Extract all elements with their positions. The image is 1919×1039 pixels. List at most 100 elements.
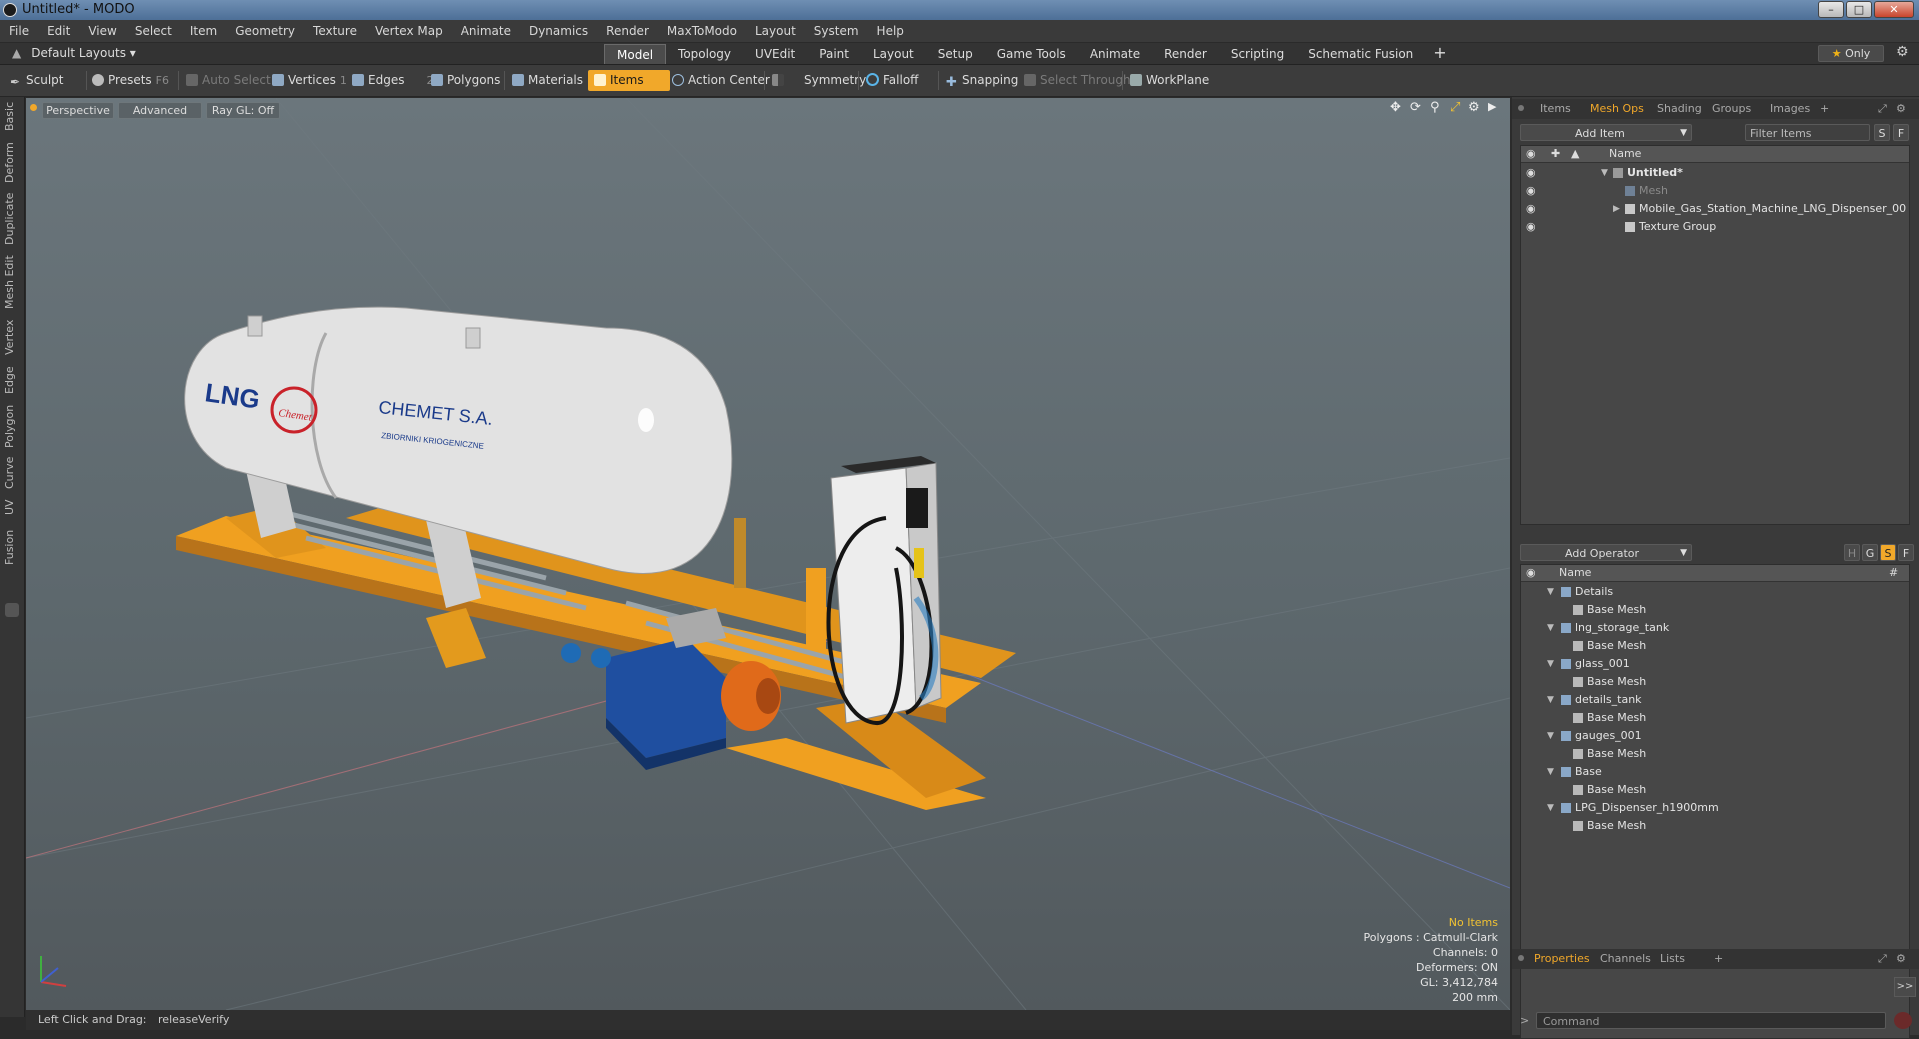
viewport-gear-icon[interactable]: ⚙ — [1468, 100, 1480, 115]
menu-system[interactable]: System — [805, 20, 868, 42]
add-tab-plus-icon[interactable]: + — [1425, 44, 1454, 64]
3d-viewport[interactable]: LNG Chemet CHEMET S.A. ZBIORNIKI KRIOGEN… — [26, 98, 1510, 1010]
auto-select-button[interactable]: Auto Select — [186, 70, 271, 91]
vertices-button[interactable]: Vertices 1 — [272, 70, 347, 91]
tab-paint[interactable]: Paint — [807, 44, 861, 64]
panel-expand-icon[interactable]: ⤢ — [1878, 101, 1887, 117]
gear-icon[interactable]: ⚙ — [1896, 44, 1909, 60]
vtab-polygon[interactable]: Polygon — [3, 403, 20, 449]
edges-button[interactable]: Edges 2 — [352, 70, 433, 91]
tab-groups[interactable]: Groups — [1712, 101, 1751, 117]
layout-selector[interactable]: ▲ Default Layouts ▾ — [12, 43, 136, 64]
falloff-button[interactable]: Falloff — [866, 70, 918, 91]
tab-topology[interactable]: Topology — [666, 44, 743, 64]
tab-animate[interactable]: Animate — [1078, 44, 1152, 64]
menu-vertex-map[interactable]: Vertex Map — [366, 20, 452, 42]
add-properties-tab-plus-icon[interactable]: + — [1714, 951, 1723, 967]
collapse-triangle-icon[interactable]: ▼ — [1547, 691, 1554, 709]
menu-layout[interactable]: Layout — [746, 20, 805, 42]
action-center-button[interactable]: Action Center — [672, 70, 770, 91]
base-mesh-item[interactable]: Base Mesh — [1521, 601, 1909, 619]
materials-button[interactable]: Materials — [512, 70, 583, 91]
tab-mesh-ops[interactable]: Mesh Ops — [1590, 101, 1644, 117]
fit-view-icon[interactable]: ⤢ — [1450, 100, 1460, 115]
tab-items[interactable]: Items — [1540, 101, 1571, 117]
properties-gear-icon[interactable]: ⚙ — [1896, 951, 1906, 967]
viewport-expand-icon[interactable]: ▶ — [1488, 100, 1496, 113]
symmetry-button[interactable]: Symmetry — [772, 70, 866, 91]
vtab-vertex[interactable]: Vertex — [3, 317, 20, 357]
eye-icon[interactable]: ◉ — [1526, 185, 1536, 196]
tab-properties[interactable]: Properties — [1534, 951, 1590, 967]
collapse-triangle-icon[interactable]: ▼ — [1547, 799, 1554, 817]
vtab-deform[interactable]: Deform — [3, 142, 20, 183]
filter-f-button[interactable]: F — [1893, 124, 1909, 141]
close-button[interactable]: ✕ — [1874, 1, 1914, 18]
mesh-op-item[interactable]: ▼ details_tank — [1521, 691, 1909, 709]
add-operator-button[interactable]: Add Operator ▼ — [1520, 544, 1692, 561]
mesh-op-item[interactable]: ▼ glass_001 — [1521, 655, 1909, 673]
properties-expand-icon[interactable]: ⤢ — [1878, 951, 1887, 967]
expand-arrows-icon[interactable]: >> — [1894, 977, 1916, 997]
panel-gear-icon[interactable]: ⚙ — [1896, 101, 1906, 117]
menu-geometry[interactable]: Geometry — [226, 20, 304, 42]
filter-s-button[interactable]: S — [1874, 124, 1890, 141]
base-mesh-item[interactable]: Base Mesh — [1521, 781, 1909, 799]
zoom-icon[interactable]: ⚲ — [1430, 100, 1440, 115]
polygons-button[interactable]: Polygons — [431, 70, 500, 91]
tab-uvedit[interactable]: UVEdit — [743, 44, 807, 64]
eye-icon[interactable]: ◉ — [1526, 221, 1536, 232]
strip-toggle-icon[interactable] — [5, 603, 19, 617]
menu-select[interactable]: Select — [126, 20, 181, 42]
command-input[interactable]: Command — [1536, 1012, 1886, 1029]
collapse-triangle-icon[interactable]: ▼ — [1547, 583, 1554, 601]
maximize-button[interactable]: □ — [1846, 1, 1872, 18]
menu-maxtomodo[interactable]: MaxToModo — [658, 20, 746, 42]
advanced-shading-button[interactable]: Advanced — [118, 102, 202, 119]
eye-icon[interactable]: ◉ — [1526, 203, 1536, 214]
tab-layout[interactable]: Layout — [861, 44, 926, 64]
sculpt-button[interactable]: ✒ Sculpt — [10, 70, 63, 91]
vtab-duplicate[interactable]: Duplicate — [3, 193, 20, 245]
base-mesh-item[interactable]: Base Mesh — [1521, 709, 1909, 727]
mesh-op-item[interactable]: ▼ gauges_001 — [1521, 727, 1909, 745]
raygl-button[interactable]: Ray GL: Off — [206, 102, 280, 119]
tab-game-tools[interactable]: Game Tools — [985, 44, 1078, 64]
viewport-menu-icon[interactable] — [30, 104, 37, 111]
tab-schematic-fusion[interactable]: Schematic Fusion — [1296, 44, 1425, 64]
tab-model[interactable]: Model — [604, 44, 667, 64]
tab-channels[interactable]: Channels — [1600, 951, 1651, 967]
menu-animate[interactable]: Animate — [452, 20, 520, 42]
menu-render[interactable]: Render — [597, 20, 658, 42]
menu-file[interactable]: File — [0, 20, 38, 42]
menu-edit[interactable]: Edit — [38, 20, 79, 42]
meshops-f-button[interactable]: F — [1898, 544, 1914, 561]
menu-dynamics[interactable]: Dynamics — [520, 20, 597, 42]
mesh-op-item[interactable]: ▼ Details — [1521, 583, 1909, 601]
collapse-triangle-icon[interactable]: ▼ — [1601, 164, 1608, 182]
panel-menu-icon[interactable] — [1518, 105, 1524, 111]
menu-help[interactable]: Help — [868, 20, 913, 42]
add-item-button[interactable]: Add Item ▼ — [1520, 124, 1692, 141]
vtab-uv[interactable]: UV — [3, 497, 20, 517]
presets-button[interactable]: Presets F6 — [92, 70, 169, 91]
add-panel-tab-plus-icon[interactable]: + — [1820, 101, 1829, 117]
mesh-op-item[interactable]: ▼ Base — [1521, 763, 1909, 781]
tab-setup[interactable]: Setup — [926, 44, 985, 64]
vtab-curve[interactable]: Curve — [3, 455, 20, 491]
vtab-mesh-edit[interactable]: Mesh Edit — [3, 255, 20, 309]
tab-scripting[interactable]: Scripting — [1219, 44, 1296, 64]
meshops-h-button[interactable]: H — [1844, 544, 1860, 561]
vtab-fusion[interactable]: Fusion — [3, 527, 20, 567]
meshops-s-button[interactable]: S — [1880, 544, 1896, 561]
base-mesh-item[interactable]: Base Mesh — [1521, 673, 1909, 691]
collapse-triangle-icon[interactable]: ▼ — [1547, 655, 1554, 673]
vtab-basic[interactable]: Basic — [3, 101, 20, 131]
base-mesh-item[interactable]: Base Mesh — [1521, 637, 1909, 655]
mesh-op-item[interactable]: ▼ lng_storage_tank — [1521, 619, 1909, 637]
mesh-op-item[interactable]: ▼ LPG_Dispenser_h1900mm — [1521, 799, 1909, 817]
menu-item[interactable]: Item — [181, 20, 226, 42]
tab-images[interactable]: Images — [1770, 101, 1810, 117]
list-item[interactable]: ◉ Mesh — [1521, 182, 1909, 200]
command-record-icon[interactable] — [1894, 1012, 1912, 1029]
